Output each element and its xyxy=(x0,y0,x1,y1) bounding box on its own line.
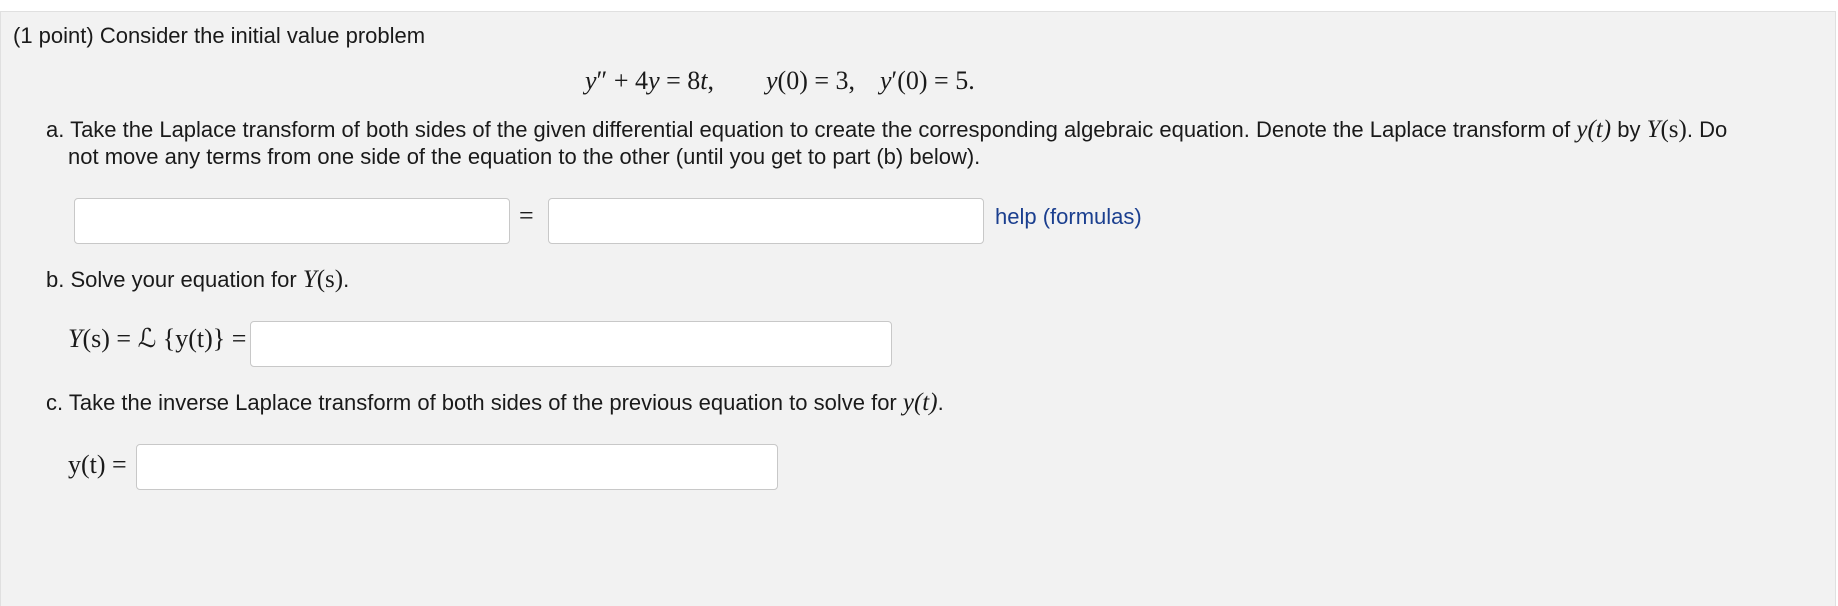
y-of-t-label: y(t) = xyxy=(68,450,127,479)
part-c-instructions: c. Take the inverse Laplace transform of… xyxy=(46,389,944,416)
problem-panel xyxy=(0,11,1836,606)
differential-equation: y″ + 4y = 8t, xyxy=(585,66,715,95)
equals-sign: = xyxy=(519,201,534,230)
help-formulas-link[interactable]: help (formulas) xyxy=(995,201,1142,233)
laplace-lhs-input[interactable] xyxy=(74,198,510,244)
Y-of-s-label: Y(s) = ℒ {y(t)} = xyxy=(68,324,247,353)
part-a-instructions-line2: not move any terms from one side of the … xyxy=(68,144,981,169)
problem-intro: (1 point) Consider the initial value pro… xyxy=(13,23,426,48)
Y-of-s-input[interactable] xyxy=(250,321,892,367)
part-b-instructions: b. Solve your equation for Y(s). xyxy=(46,266,350,293)
initial-condition-yprime: y′(0) = 5. xyxy=(880,66,975,95)
laplace-rhs-input[interactable] xyxy=(548,198,984,244)
initial-condition-y: y(0) = 3, xyxy=(766,66,856,95)
y-of-t-input[interactable] xyxy=(136,444,778,490)
